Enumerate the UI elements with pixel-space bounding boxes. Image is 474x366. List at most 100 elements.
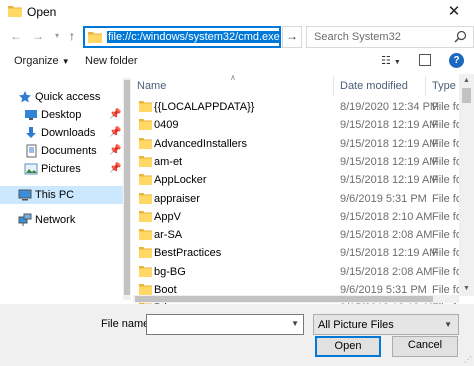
new-folder-button[interactable]: New folder xyxy=(85,55,138,67)
file-name[interactable]: appraiser xyxy=(154,193,200,205)
file-name[interactable]: {{LOCALAPPDATA}} xyxy=(154,101,254,113)
nav-item-network[interactable]: Network xyxy=(0,211,124,229)
pin-icon: 📌 xyxy=(109,163,122,174)
file-type: File fol xyxy=(432,247,461,260)
address-bar[interactable]: file://c:/windows/system32/cmd.exe xyxy=(83,26,281,48)
folder-icon xyxy=(88,32,102,43)
organize-button[interactable]: Organize ▼ xyxy=(14,55,70,67)
column-header-name[interactable]: Name xyxy=(137,80,166,92)
folder-icon xyxy=(139,101,152,112)
scroll-thumb[interactable] xyxy=(124,80,130,295)
dialog-footer: File name: ▼ All Picture Files ▼ Open Ca… xyxy=(0,304,474,366)
horizontal-scrollbar[interactable] xyxy=(133,295,459,303)
file-row[interactable]: {{LOCALAPPDATA}} 8/19/2020 12:34 PM File f… xyxy=(133,98,461,116)
column-header-type[interactable]: Type xyxy=(432,80,456,92)
nav-item-desktop[interactable]: Desktop 📌 xyxy=(0,106,124,124)
folder-icon xyxy=(139,229,152,241)
open-dialog: Open ✕ ← → ▾ ↑ file://c:/windows/system3… xyxy=(0,0,474,366)
address-input[interactable]: file://c:/windows/system32/cmd.exe xyxy=(107,31,281,43)
close-button[interactable]: ✕ xyxy=(444,2,464,22)
file-date: 9/15/2018 12:19 AM xyxy=(340,247,439,260)
folder-icon xyxy=(139,119,152,131)
file-name[interactable]: am-et xyxy=(154,156,182,168)
file-name[interactable]: bg-BG xyxy=(154,266,186,278)
folder-icon xyxy=(139,137,152,149)
folder-icon xyxy=(139,192,152,204)
nav-item-pictures[interactable]: Pictures 📌 xyxy=(0,160,124,178)
nav-item-documents[interactable]: Documents 📌 xyxy=(0,142,124,160)
chevron-down-icon[interactable]: ▼ xyxy=(291,319,299,328)
file-date: 8/19/2020 12:34 PM xyxy=(340,101,440,113)
file-name[interactable]: ar-SA xyxy=(154,229,182,241)
back-arrow-icon[interactable]: ← xyxy=(8,29,24,43)
file-date: 9/15/2018 12:19 AM xyxy=(340,174,439,187)
go-button[interactable]: → xyxy=(282,26,302,48)
download-icon xyxy=(26,127,36,138)
preview-pane-icon[interactable] xyxy=(419,54,431,66)
nav-item-downloads[interactable]: Downloads 📌 xyxy=(0,124,124,142)
file-name[interactable]: BestPractices xyxy=(154,247,221,259)
folder-icon xyxy=(139,265,152,277)
column-header-date[interactable]: Date modified xyxy=(340,80,408,92)
search-box[interactable]: Search System32 xyxy=(306,26,474,48)
network-icon xyxy=(18,213,32,226)
column-divider[interactable] xyxy=(425,76,426,96)
file-list-scrollbar[interactable]: ▲ ▼ xyxy=(459,74,474,296)
column-headers: ∧ Name Date modified Type xyxy=(133,73,474,96)
file-type: File fol xyxy=(432,229,461,242)
file-date: 9/15/2018 2:08 AM xyxy=(340,265,433,278)
forward-arrow-icon[interactable]: → xyxy=(30,29,46,43)
recent-locations-chevron-icon[interactable]: ▾ xyxy=(49,29,65,43)
file-type-select[interactable]: All Picture Files ▼ xyxy=(313,314,459,335)
file-date: 9/15/2018 12:19 AM xyxy=(340,119,439,132)
up-arrow-icon[interactable]: ↑ xyxy=(64,29,80,43)
file-type: File fol xyxy=(432,155,461,168)
file-type: File fol xyxy=(432,210,461,223)
scroll-down-icon[interactable]: ▼ xyxy=(459,282,474,296)
view-options-icon[interactable]: ☷ ▼ xyxy=(381,54,401,67)
resize-grip-icon[interactable]: ⋰ xyxy=(464,355,472,364)
file-row[interactable]: AppLocker 9/15/2018 12:19 AMFile fol xyxy=(133,171,461,189)
folder-icon xyxy=(139,174,152,186)
file-type: File fol xyxy=(432,192,461,205)
desktop-icon xyxy=(25,110,37,120)
title-bar: Open ✕ xyxy=(0,0,474,24)
file-name[interactable]: 0409 xyxy=(154,119,178,131)
file-row[interactable]: BestPractices 9/15/2018 12:19 AMFile fol xyxy=(133,244,461,262)
scroll-thumb[interactable] xyxy=(135,296,433,302)
file-row[interactable]: 0409 9/15/2018 12:19 AMFile fol xyxy=(133,116,461,134)
chevron-down-icon: ▼ xyxy=(444,320,452,329)
nav-item-this-pc[interactable]: This PC xyxy=(0,186,124,204)
file-type: File fol xyxy=(432,174,461,187)
file-row[interactable]: AppV 9/15/2018 2:10 AMFile fol xyxy=(133,208,461,226)
navigation-scrollbar[interactable] xyxy=(123,78,131,300)
file-row[interactable]: ar-SA 9/15/2018 2:08 AMFile fol xyxy=(133,226,461,244)
file-row[interactable]: appraiser 9/6/2019 5:31 PM File fol xyxy=(133,190,461,208)
file-type: File fol xyxy=(432,137,461,150)
file-date: 9/15/2018 2:10 AM xyxy=(340,210,433,223)
file-name-field[interactable]: ▼ xyxy=(146,314,304,335)
chevron-down-icon: ▼ xyxy=(61,57,70,66)
column-divider[interactable] xyxy=(333,76,334,96)
nav-item-quick-access[interactable]: Quick access xyxy=(0,88,124,106)
scroll-thumb[interactable] xyxy=(462,88,471,103)
scroll-up-icon[interactable]: ▲ xyxy=(459,74,474,88)
open-button[interactable]: Open xyxy=(315,336,381,357)
file-name[interactable]: AdvancedInstallers xyxy=(154,138,247,150)
folder-icon xyxy=(8,6,22,17)
folder-icon xyxy=(139,247,152,259)
cancel-button[interactable]: Cancel xyxy=(392,336,458,357)
sort-ascending-icon: ∧ xyxy=(230,73,236,82)
pin-icon: 📌 xyxy=(109,127,122,138)
file-name[interactable]: AppLocker xyxy=(154,174,207,186)
file-row[interactable]: am-et 9/15/2018 12:19 AMFile fol xyxy=(133,153,461,171)
help-icon[interactable]: ? xyxy=(449,53,464,68)
file-row[interactable]: bg-BG 9/15/2018 2:08 AMFile fol xyxy=(133,263,461,281)
documents-icon xyxy=(26,144,37,158)
search-input[interactable]: Search System32 xyxy=(314,31,401,43)
file-row[interactable]: AdvancedInstallers 9/15/2018 12:19 AM File… xyxy=(133,135,461,153)
pin-icon: 📌 xyxy=(109,145,122,156)
folder-icon xyxy=(139,210,152,222)
file-type-value: All Picture Files xyxy=(318,319,394,331)
file-name[interactable]: AppV xyxy=(154,211,181,223)
